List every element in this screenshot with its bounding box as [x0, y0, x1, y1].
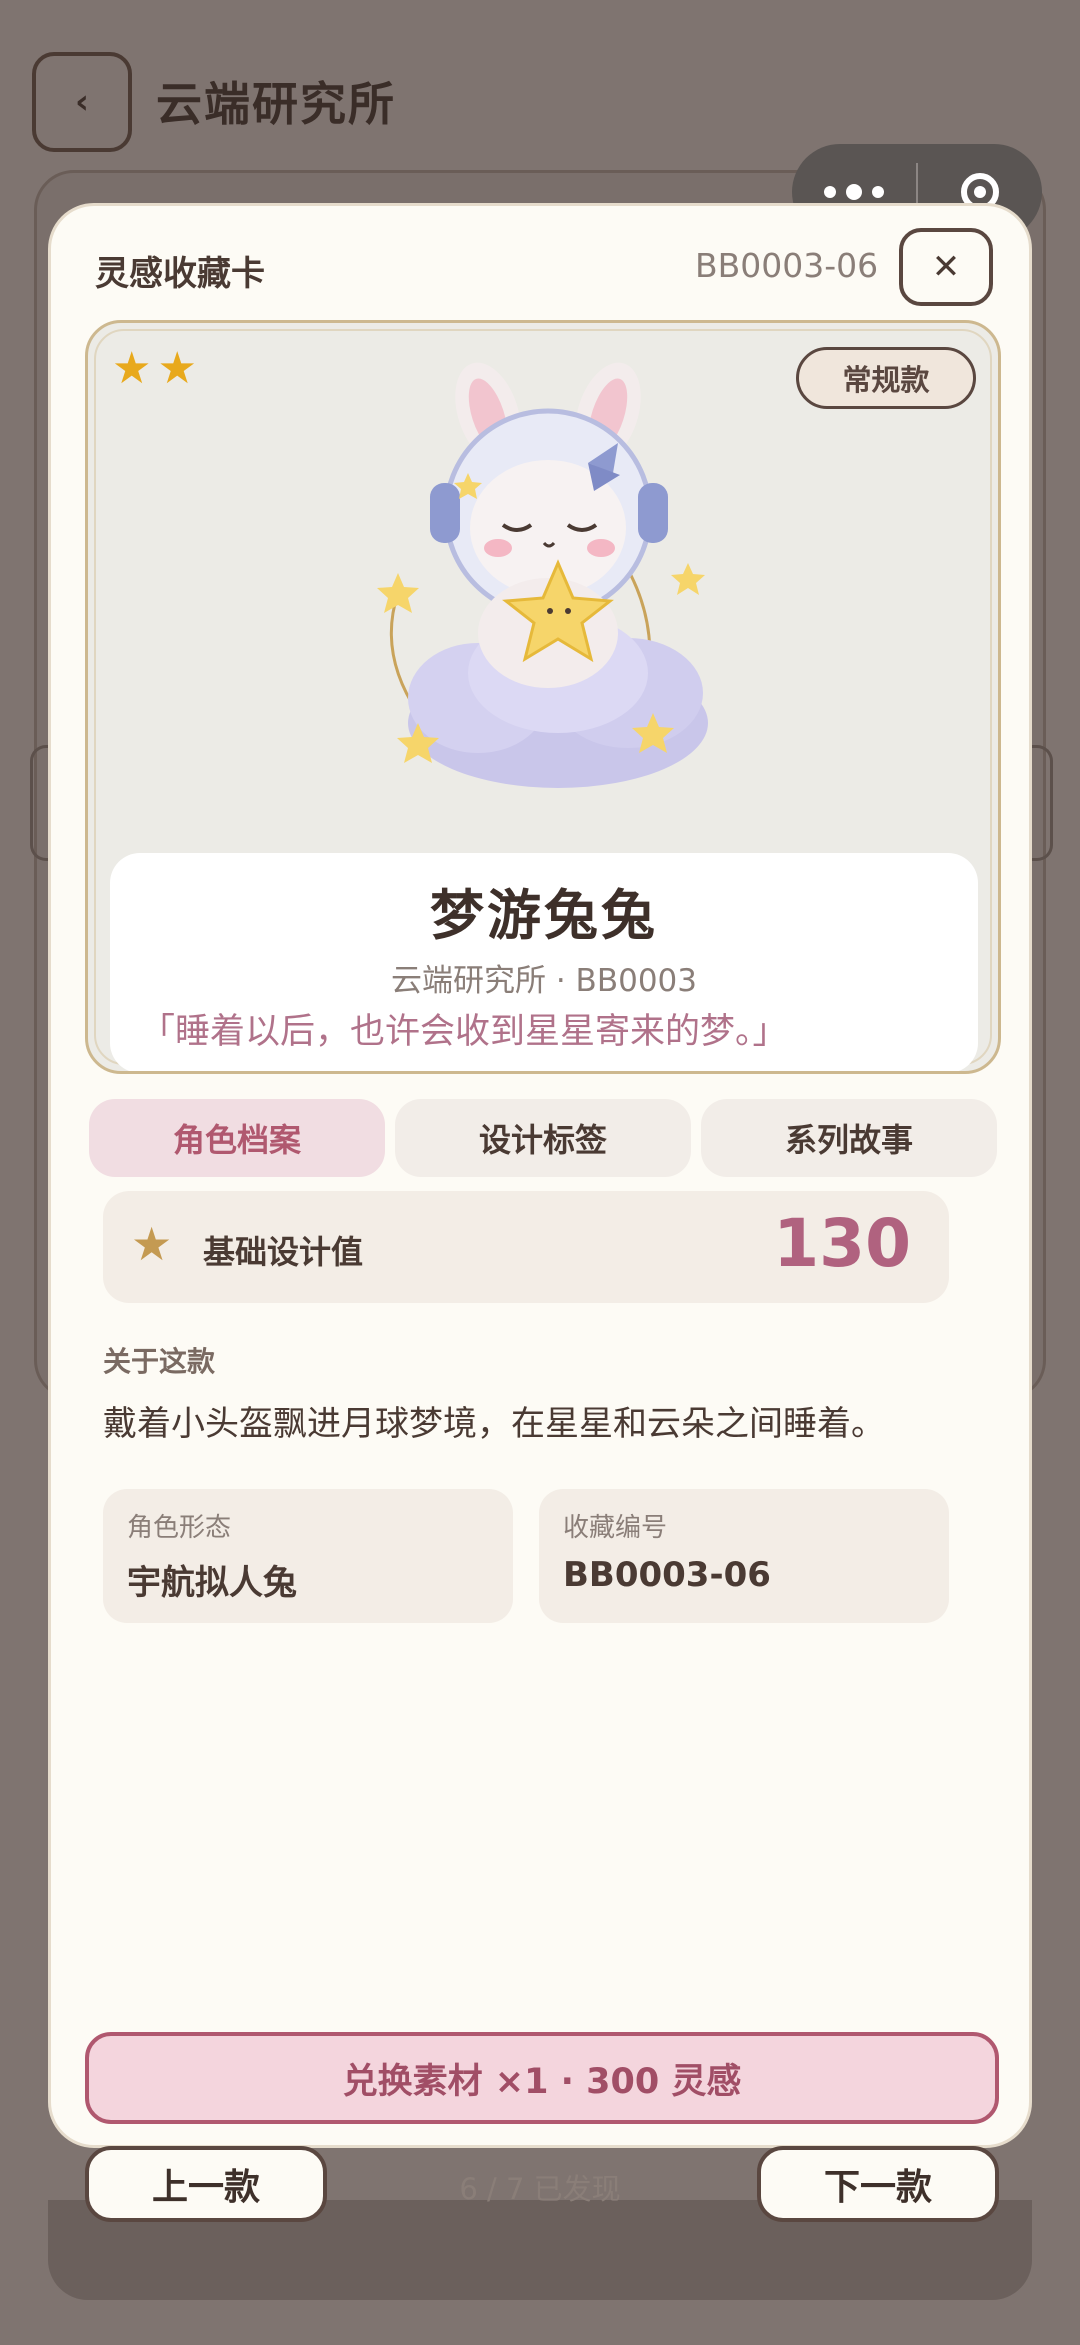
number-label: 收藏编号: [563, 1513, 668, 1543]
rarity-stars: ★ ★: [112, 347, 197, 391]
character-form-box: 角色形态 宇航拟人兔: [103, 1489, 513, 1623]
background-right-arrow: [1030, 745, 1053, 861]
form-label: 角色形态: [127, 1513, 232, 1543]
tab-series-story[interactable]: 系列故事: [701, 1099, 997, 1177]
tab-design-tags[interactable]: 设计标签: [395, 1099, 691, 1177]
edition-badge: 常规款: [796, 347, 976, 409]
close-button[interactable]: ✕: [899, 228, 993, 306]
star-icon: ★: [112, 343, 152, 394]
about-title: 关于这款: [103, 1345, 216, 1378]
more-dots-icon[interactable]: [792, 184, 916, 200]
collection-card-modal: 灵感收藏卡 BB0003-06 ✕ ★ ★ 常规款 梦游兔兔 云端研究所 · B…: [48, 203, 1032, 2222]
exchange-button[interactable]: 兑换素材 ×1 · 300 灵感: [85, 2032, 999, 2124]
character-hero: ★ ★ 常规款 梦游兔兔 云端研究所 · BB0003 「睡着以后，也许会收到星…: [85, 320, 1001, 1074]
character-name: 梦游兔兔: [430, 884, 658, 947]
bunny-astronaut-illustration: [377, 362, 708, 788]
about-text: 戴着小头盔飘进月球梦境，在星星和云朵之间睡着。: [103, 1404, 885, 1444]
character-quote: 「睡着以后，也许会收到星星寄来的梦。」: [140, 1012, 788, 1052]
number-value: BB0003-06: [563, 1555, 771, 1595]
tab-profile[interactable]: 角色档案: [89, 1099, 385, 1177]
character-info: 梦游兔兔 云端研究所 · BB0003 「睡着以后，也许会收到星星寄来的梦。」: [110, 853, 978, 1071]
back-button[interactable]: ‹: [32, 52, 132, 152]
character-subtitle: 云端研究所 · BB0003: [391, 963, 697, 999]
next-button[interactable]: 下一款: [757, 2146, 999, 2222]
star-icon: ★: [157, 343, 197, 394]
form-value: 宇航拟人兔: [127, 1563, 297, 1603]
stat-label: 基础设计值: [203, 1233, 364, 1271]
page-title: 云端研究所: [156, 77, 396, 131]
card-tabs: 角色档案 设计标签 系列故事: [89, 1099, 997, 1177]
card-code: BB0003-06: [695, 246, 879, 285]
collection-number-box: 收藏编号 BB0003-06: [539, 1489, 949, 1623]
star-icon: ★: [131, 1217, 173, 1271]
card-title: 灵感收藏卡: [95, 254, 265, 294]
design-value-stat: ★ 基础设计值 130: [103, 1191, 949, 1303]
stat-value: 130: [773, 1205, 911, 1282]
